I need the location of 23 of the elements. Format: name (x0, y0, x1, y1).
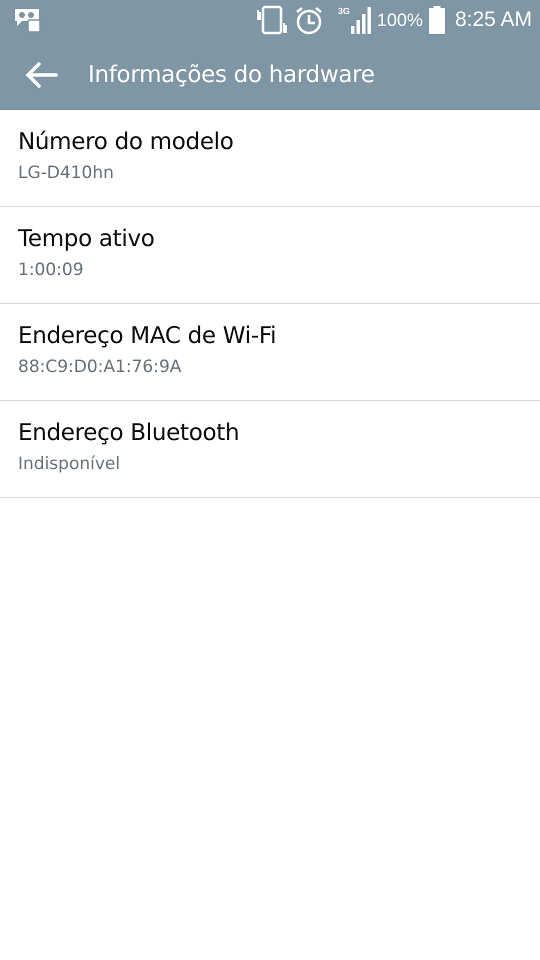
item-title: Endereço Bluetooth (18, 420, 240, 446)
clock-time: 8:25 AM (454, 8, 532, 32)
signal-icon (350, 6, 373, 34)
item-value: 1:00:09 (18, 260, 85, 280)
battery-icon (428, 6, 445, 34)
battery-percentage: 100% (376, 10, 423, 30)
voicemail-icon (14, 7, 42, 33)
item-title: Tempo ativo (18, 226, 156, 252)
network-type: 3G (338, 6, 350, 16)
item-title: Endereço MAC de Wi-Fi (18, 323, 278, 349)
item-value: 88:C9:D0:A1:76:9A (18, 357, 182, 377)
item-value: Indisponível (18, 454, 122, 474)
info-row[interactable]: Endereço Bluetooth Indisponível (0, 401, 540, 498)
vibrate-icon (256, 5, 288, 35)
info-row[interactable]: Tempo ativo 1:00:09 (0, 207, 540, 304)
screen-title: Informações do hardware (88, 62, 375, 88)
info-row[interactable]: Número do modelo LG-D410hn (0, 110, 540, 207)
back-button[interactable] (24, 61, 58, 89)
item-value: LG-D410hn (18, 163, 115, 183)
info-row[interactable]: Endereço MAC de Wi-Fi 88:C9:D0:A1:76:9A (0, 304, 540, 401)
item-title: Número do modelo (18, 129, 235, 155)
alarm-icon (294, 5, 324, 35)
back-arrow-icon (24, 61, 58, 89)
